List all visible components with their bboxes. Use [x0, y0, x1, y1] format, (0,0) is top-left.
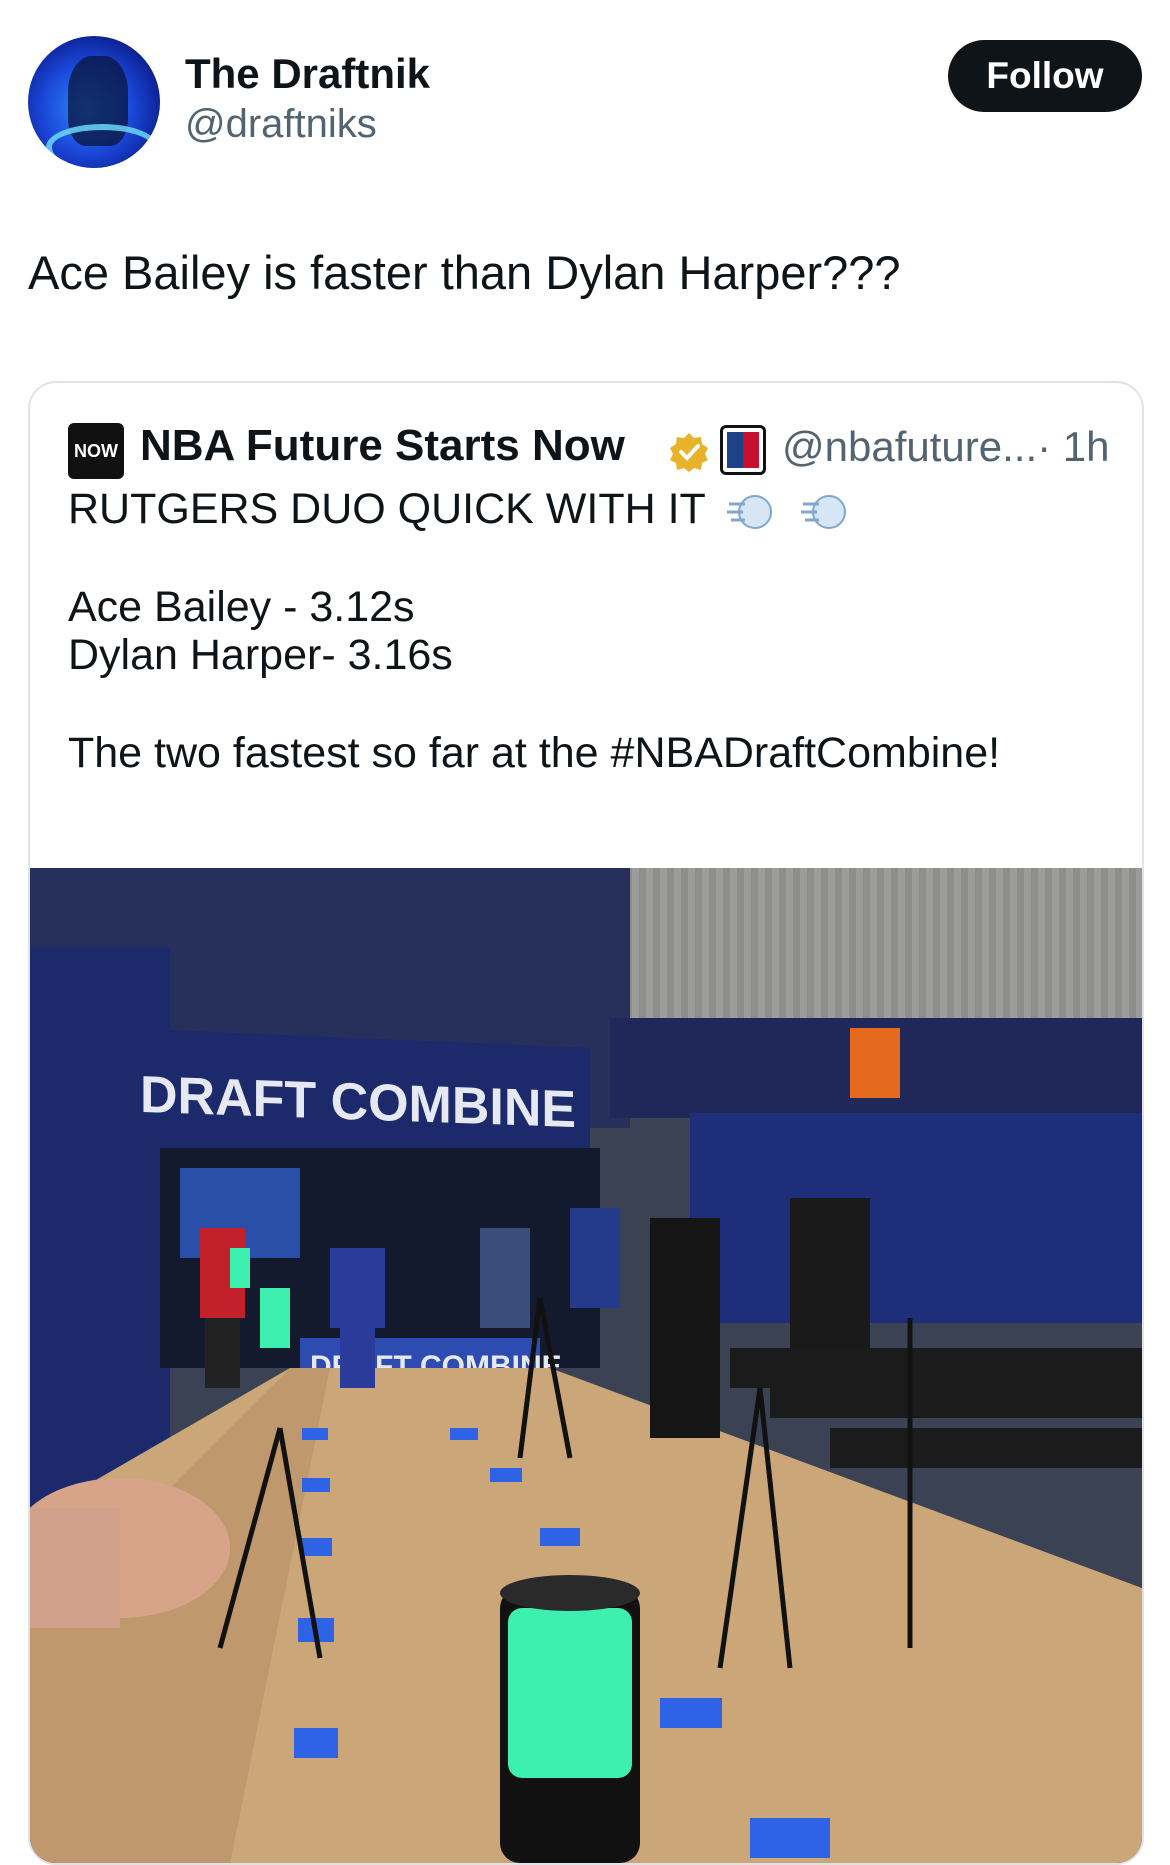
dash-emoji-icon [727, 494, 772, 529]
author-name[interactable]: The Draftnik [185, 50, 430, 98]
quoted-name[interactable]: NBA Future Starts Now [140, 421, 625, 471]
quoted-header: NOW NBA Future Starts Now @nbafuture...·… [68, 419, 1122, 479]
quoted-line-combine: The two fastest so far at the #NBADraftC… [68, 729, 1001, 777]
avatar-glow [46, 124, 158, 168]
quoted-headline-text: RUTGERS DUO QUICK WITH IT [68, 485, 706, 533]
author-avatar[interactable] [28, 36, 160, 168]
author-handle[interactable]: @draftniks [185, 102, 377, 147]
quoted-handle: @nbafuture... [782, 423, 1038, 470]
quoted-tweet[interactable]: NOW NBA Future Starts Now @nbafuture...·… [28, 381, 1144, 1865]
quoted-media-video[interactable]: DRAFT COMBINE DRAFT COMBINE [30, 868, 1142, 1863]
quoted-line-bailey: Ace Bailey - 3.12s [68, 583, 415, 631]
quoted-time: · 1h [1037, 423, 1110, 470]
quoted-handle-time[interactable]: @nbafuture...· 1h [782, 423, 1110, 471]
verified-badge-icon [670, 433, 708, 472]
nba-logo-icon [720, 425, 766, 475]
dash-emoji-icon [800, 494, 846, 529]
tweet-header: The Draftnik @draftniks Follow [28, 36, 1142, 172]
quoted-line-headline: RUTGERS DUO QUICK WITH IT [68, 485, 853, 534]
tweet-text: Ace Bailey is faster than Dylan Harper??… [28, 246, 901, 299]
quoted-avatar[interactable]: NOW [68, 423, 124, 479]
combine-scene: DRAFT COMBINE DRAFT COMBINE [30, 868, 1142, 1863]
follow-button[interactable]: Follow [948, 40, 1142, 112]
quoted-line-harper: Dylan Harper- 3.16s [68, 631, 453, 679]
